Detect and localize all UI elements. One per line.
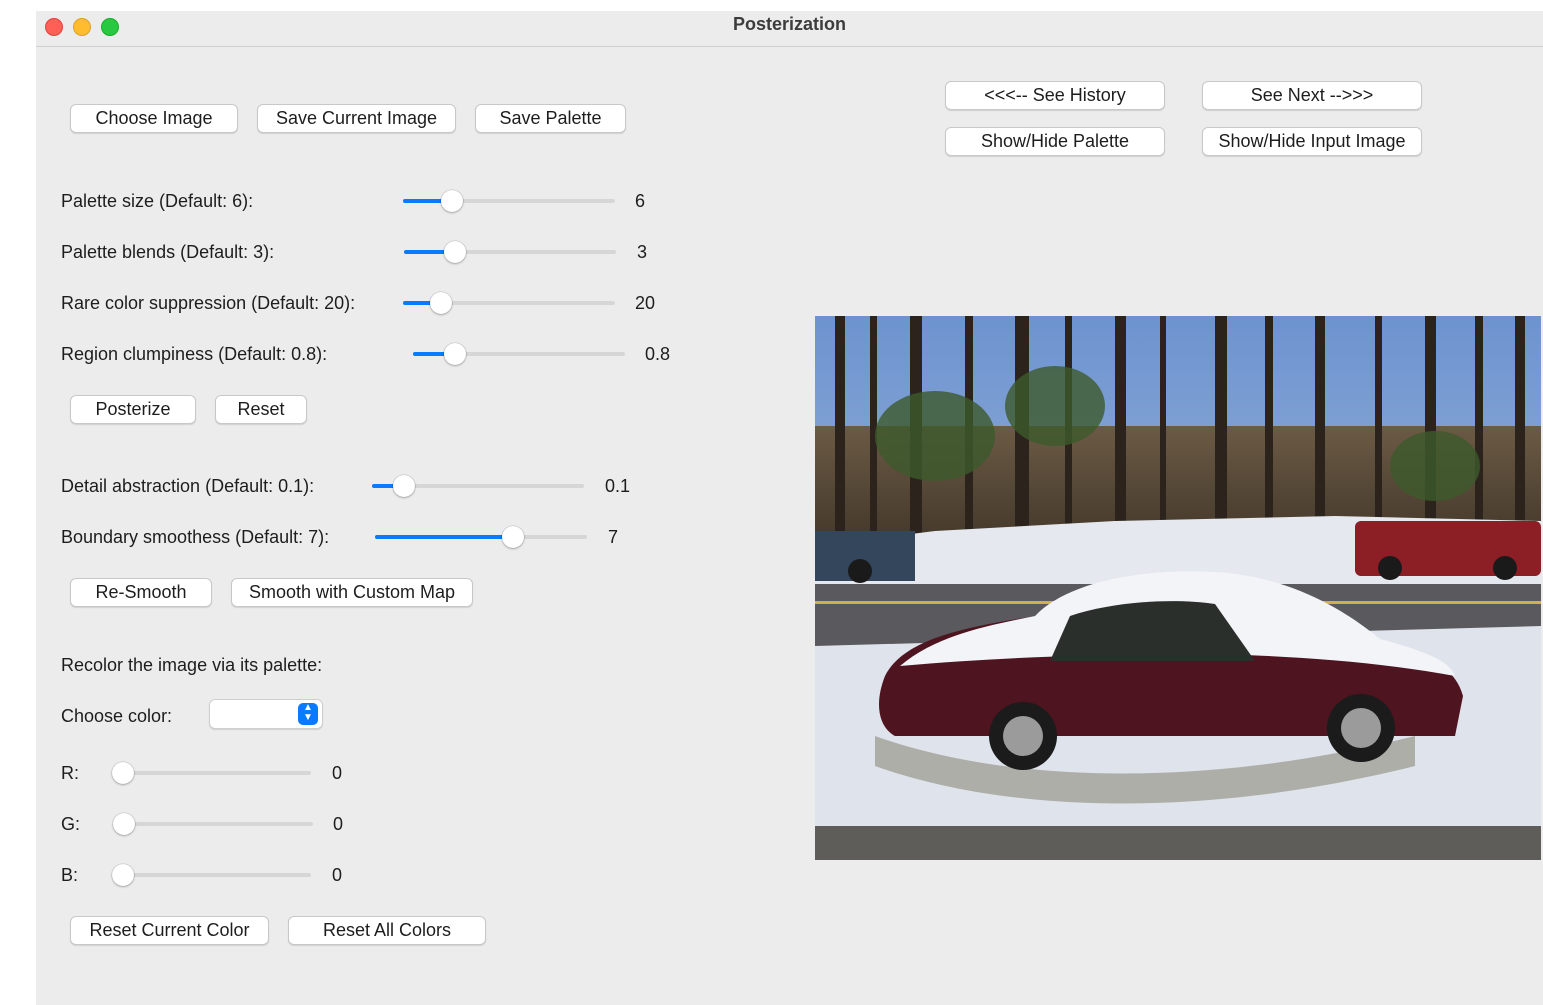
title-bar: Posterization: [36, 11, 1543, 47]
detail-abstraction-slider[interactable]: [372, 475, 584, 497]
boundary-smoothness-value: 7: [608, 527, 619, 547]
blue-channel-slider[interactable]: [112, 864, 311, 886]
palette-size-value: 6: [635, 191, 646, 211]
recolor-heading: Recolor the image via its palette:: [61, 655, 323, 675]
see-history-button[interactable]: <<<-- See History: [945, 81, 1165, 110]
green-channel-slider[interactable]: [113, 813, 313, 835]
see-next-button[interactable]: See Next -->>>: [1202, 81, 1422, 110]
palette-blends-value: 3: [637, 242, 648, 262]
red-channel-label: R:: [61, 763, 79, 783]
output-image-preview: [815, 316, 1541, 860]
green-channel-value: 0: [333, 814, 344, 834]
re-smooth-button[interactable]: Re-Smooth: [70, 578, 212, 607]
palette-size-label: Palette size (Default: 6):: [61, 191, 254, 211]
show-hide-input-image-button[interactable]: Show/Hide Input Image: [1202, 127, 1422, 156]
red-channel-slider[interactable]: [112, 762, 311, 784]
app-window: Posterization Choose Image Save Current …: [36, 11, 1543, 1005]
reset-current-color-button[interactable]: Reset Current Color: [70, 916, 269, 945]
car-photo: [815, 316, 1541, 860]
boundary-smoothness-slider[interactable]: [375, 526, 587, 548]
palette-blends-label: Palette blends (Default: 3):: [61, 242, 275, 262]
region-clumpiness-value: 0.8: [645, 344, 671, 364]
choose-color-select[interactable]: ▲ ▼: [209, 699, 323, 729]
save-current-image-button[interactable]: Save Current Image: [257, 104, 456, 133]
green-channel-label: G:: [61, 814, 81, 834]
slider-thumb[interactable]: [444, 343, 467, 365]
slider-thumb[interactable]: [430, 292, 453, 314]
slider-thumb[interactable]: [392, 475, 415, 497]
slider-thumb[interactable]: [112, 864, 134, 886]
reset-all-colors-button[interactable]: Reset All Colors: [288, 916, 486, 945]
rare-color-suppression-slider[interactable]: [403, 292, 615, 314]
palette-size-slider[interactable]: [403, 190, 615, 212]
detail-abstraction-value: 0.1: [605, 476, 631, 496]
boundary-smoothness-label: Boundary smoothess (Default: 7):: [61, 527, 330, 547]
blue-channel-value: 0: [332, 865, 343, 885]
slider-thumb[interactable]: [112, 762, 134, 784]
chevron-up-down-icon: ▲ ▼: [298, 703, 318, 725]
region-clumpiness-label: Region clumpiness (Default: 0.8):: [61, 344, 328, 364]
slider-thumb[interactable]: [501, 526, 524, 548]
red-channel-value: 0: [332, 763, 343, 783]
show-hide-palette-button[interactable]: Show/Hide Palette: [945, 127, 1165, 156]
rare-color-suppression-label: Rare color suppression (Default: 20):: [61, 293, 356, 313]
slider-thumb[interactable]: [440, 190, 463, 212]
rare-color-suppression-value: 20: [635, 293, 656, 313]
posterize-button[interactable]: Posterize: [70, 395, 196, 424]
detail-abstraction-label: Detail abstraction (Default: 0.1):: [61, 476, 315, 496]
window-title: Posterization: [732, 14, 847, 34]
reset-button[interactable]: Reset: [215, 395, 307, 424]
save-palette-button[interactable]: Save Palette: [475, 104, 626, 133]
blue-channel-label: B:: [61, 865, 79, 885]
smooth-with-custom-map-button[interactable]: Smooth with Custom Map: [231, 578, 473, 607]
slider-thumb[interactable]: [113, 813, 135, 835]
region-clumpiness-slider[interactable]: [413, 343, 625, 365]
slider-thumb[interactable]: [443, 241, 466, 263]
palette-blends-slider[interactable]: [404, 241, 616, 263]
choose-image-button[interactable]: Choose Image: [70, 104, 238, 133]
choose-color-label: Choose color:: [61, 706, 173, 726]
